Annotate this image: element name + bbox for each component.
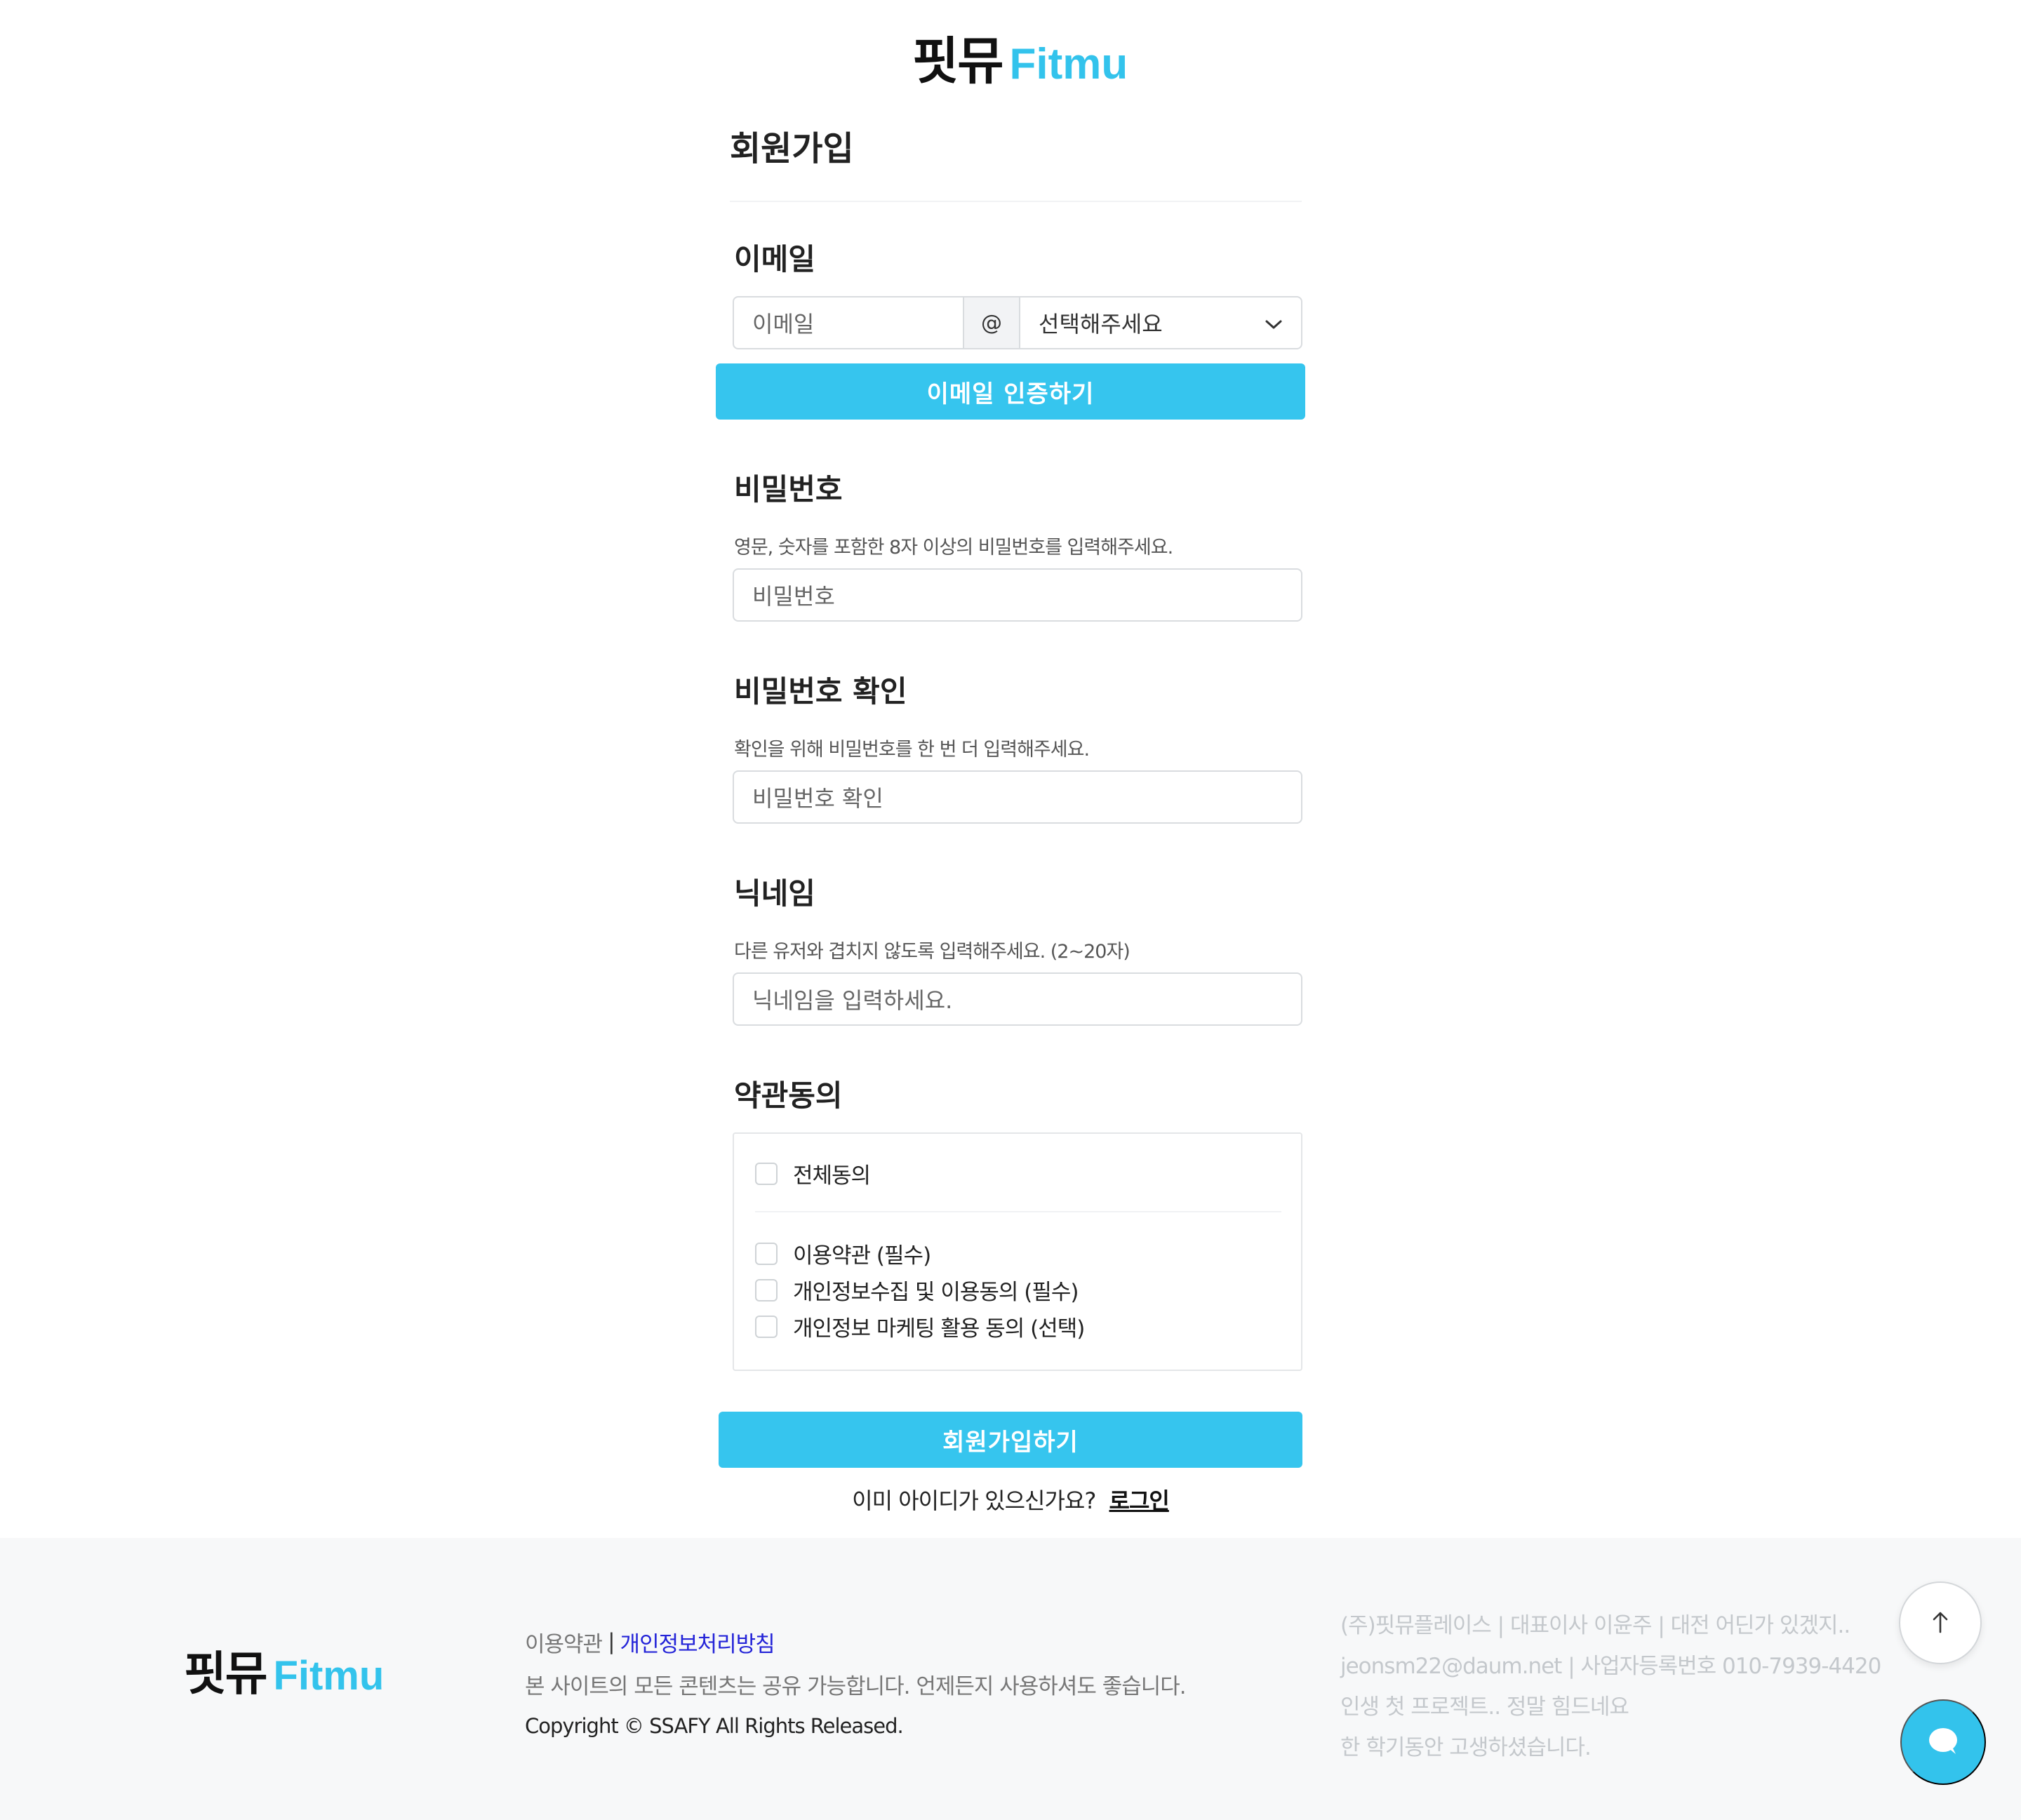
- footer-company-info: (주)핏뮤플레이스 | 대표이사 이윤주 | 대전 어딘가 있겠지.. jeon…: [1340, 1602, 1881, 1765]
- email-verify-button[interactable]: 이메일 인증하기: [716, 363, 1305, 420]
- password-input[interactable]: 비밀번호: [733, 568, 1302, 622]
- terms-box: 전체동의 이용약관 (필수) 개인정보수집 및 이용동의 (필수) 개인정보 마…: [733, 1132, 1302, 1371]
- login-link[interactable]: 로그인: [1109, 1487, 1170, 1514]
- email-local-placeholder: 이메일: [752, 311, 815, 337]
- password-confirm-input[interactable]: 비밀번호 확인: [733, 770, 1302, 824]
- nickname-placeholder: 닉네임을 입력하세요.: [752, 987, 953, 1014]
- password-confirm-hint: 확인을 위해 비밀번호를 한 번 더 입력해주세요.: [734, 739, 1090, 761]
- signup-submit-button[interactable]: 회원가입하기: [719, 1412, 1302, 1468]
- password-label: 비밀번호: [734, 472, 843, 507]
- checkbox[interactable]: [755, 1242, 778, 1265]
- divider: [730, 201, 1302, 202]
- company-line: (주)핏뮤플레이스 | 대표이사 이윤주 | 대전 어딘가 있겠지..: [1340, 1612, 1850, 1638]
- nickname-hint: 다른 유저와 겹치지 않도록 입력해주세요. (2~20자): [734, 941, 1130, 963]
- terms-marketing-checkbox[interactable]: 개인정보 마케팅 활용 동의 (선택): [755, 1311, 1085, 1342]
- chevron-down-icon: [1265, 309, 1283, 336]
- terms-all-checkbox[interactable]: 전체동의: [755, 1158, 871, 1189]
- password-confirm-placeholder: 비밀번호 확인: [752, 785, 883, 812]
- scroll-top-button[interactable]: [1899, 1581, 1982, 1664]
- company-line: jeonsm22@daum.net | 사업자등록번호 010-7939-442…: [1340, 1653, 1881, 1679]
- footer-logo[interactable]: 핏뮤 Fitmu: [184, 1636, 384, 1704]
- nickname-input[interactable]: 닉네임을 입력하세요.: [733, 972, 1302, 1026]
- password-placeholder: 비밀번호: [752, 583, 835, 610]
- chat-button[interactable]: [1900, 1699, 1986, 1785]
- signup-page: 핏뮤 Fitmu 회원가입 이메일 이메일 @ 선택해주세요 이메일 인증하기 …: [0, 0, 2021, 1820]
- terms-item-label: 이용약관 (필수): [793, 1243, 931, 1269]
- company-line: 한 학기동안 고생하셨습니다.: [1340, 1734, 1592, 1760]
- email-local-input[interactable]: 이메일: [733, 296, 964, 349]
- email-domain-value: 선택해주세요: [1039, 311, 1163, 337]
- terms-all-label: 전체동의: [793, 1163, 871, 1189]
- login-prompt-text: 이미 아이디가 있으신가요?: [852, 1487, 1096, 1514]
- arrow-up-icon: [1930, 1610, 1950, 1636]
- logo-ko-text: 핏뮤: [184, 1647, 267, 1701]
- divider: [755, 1211, 1281, 1212]
- email-row: 이메일 @ 선택해주세요: [733, 296, 1302, 349]
- checkbox[interactable]: [755, 1162, 778, 1185]
- email-at-sign: @: [964, 296, 1019, 349]
- footer-privacy-link[interactable]: 개인정보처리방침: [620, 1626, 775, 1658]
- page-title: 회원가입: [730, 129, 854, 168]
- nickname-label: 닉네임: [734, 876, 815, 911]
- email-domain-select[interactable]: 선택해주세요: [1019, 296, 1302, 349]
- terms-item-label: 개인정보 마케팅 활용 동의 (선택): [793, 1316, 1085, 1341]
- chat-bubble-icon: [1926, 1726, 1960, 1759]
- signup-form: 회원가입 이메일 이메일 @ 선택해주세요 이메일 인증하기 비밀번호 영문, …: [716, 0, 1305, 1537]
- terms-privacy-checkbox[interactable]: 개인정보수집 및 이용동의 (필수): [755, 1274, 1079, 1306]
- terms-item-label: 개인정보수집 및 이용동의 (필수): [793, 1280, 1079, 1305]
- footer-info: 이용약관 | 개인정보처리방침 본 사이트의 모든 콘텐츠는 공유 가능합니다.…: [525, 1621, 1187, 1747]
- email-label: 이메일: [734, 242, 815, 276]
- footer-copyright: Copyright © SSAFY All Rights Released.: [525, 1714, 904, 1738]
- footer: 핏뮤 Fitmu 이용약관 | 개인정보처리방침 본 사이트의 모든 콘텐츠는 …: [0, 1538, 2021, 1820]
- company-line: 인생 첫 프로젝트.. 정말 힘드네요: [1340, 1694, 1629, 1720]
- footer-notice: 본 사이트의 모든 콘텐츠는 공유 가능합니다. 언제든지 사용하셔도 좋습니다…: [525, 1673, 1187, 1699]
- terms-service-checkbox[interactable]: 이용약관 (필수): [755, 1238, 931, 1269]
- password-confirm-label: 비밀번호 확인: [734, 674, 907, 709]
- footer-separator: |: [608, 1629, 615, 1654]
- checkbox[interactable]: [755, 1315, 778, 1338]
- logo-en-text: Fitmu: [273, 1653, 385, 1699]
- password-hint: 영문, 숫자를 포함한 8자 이상의 비밀번호를 입력해주세요.: [734, 537, 1173, 558]
- checkbox[interactable]: [755, 1278, 778, 1302]
- footer-terms-link[interactable]: 이용약관: [525, 1626, 603, 1658]
- login-prompt: 이미 아이디가 있으신가요? 로그인: [716, 1483, 1305, 1515]
- terms-label: 약관동의: [734, 1078, 843, 1113]
